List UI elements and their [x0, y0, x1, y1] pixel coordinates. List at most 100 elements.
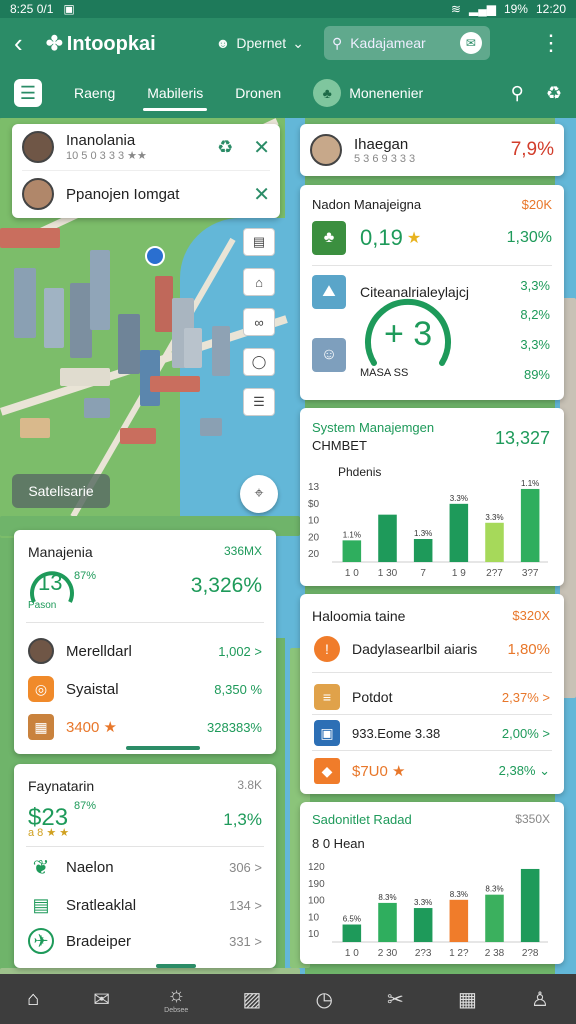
manage-gauge-pct: 87%: [74, 570, 97, 582]
close-icon[interactable]: ✕: [253, 182, 270, 207]
building: [120, 428, 156, 444]
profile-name: Ihaegan: [354, 135, 409, 153]
tree-icon: ♣: [312, 221, 346, 255]
rank-footer-label: MASA SS: [360, 367, 409, 379]
account-selector[interactable]: ☻ Dpernet ⌄: [216, 35, 304, 52]
bottom-nav: ⌂ ✉ ☼ Debsee ▨ ◷ ✂ ▦ ♙: [0, 974, 576, 1024]
y-tick-label: 10: [308, 516, 320, 527]
divider: [26, 622, 264, 623]
explore-icon[interactable]: ☼ Debsee: [164, 984, 188, 1014]
list-item[interactable]: ! Dadylasearlbil aiaris 1,80%: [314, 636, 550, 662]
list-item[interactable]: Merelldarl 1,002 >: [28, 638, 262, 664]
home-icon[interactable]: ⌂: [27, 988, 39, 1011]
circle-icon[interactable]: ◯: [243, 348, 275, 376]
tree-icon: ♣: [313, 79, 342, 107]
contact-row[interactable]: Ppanojen Iomgat ✕: [12, 171, 280, 217]
list-item[interactable]: ❦ Naelon 306 >: [28, 854, 262, 880]
mail-icon[interactable]: ✉: [93, 987, 110, 1012]
clock-icon[interactable]: ◷: [315, 987, 332, 1012]
x-tick-label: 1 0: [345, 568, 359, 579]
bike-icon[interactable]: ∞: [243, 308, 275, 336]
tab-2-active[interactable]: Mabileris: [143, 71, 208, 115]
list-item[interactable]: ▤ Sratleaklal 134 >: [28, 892, 262, 918]
warning-icon: !: [314, 636, 340, 662]
rank-footer-value[interactable]: 89%: [524, 367, 550, 382]
bar: [413, 908, 433, 942]
close-icon[interactable]: ✕: [253, 135, 270, 160]
star-icon: ★: [406, 230, 422, 247]
holdings-row-value: 1,80%: [507, 640, 550, 658]
contact-row[interactable]: Inanolania 10 5 0 3 3 3 ★★ ♻ ✕: [12, 124, 280, 170]
list-item[interactable]: ▦ 3400 ★ 328383%: [28, 714, 262, 740]
locate-icon[interactable]: ⌖: [240, 475, 278, 513]
bar: [520, 488, 540, 562]
holdings-row-label: 933.Eome 3.38: [352, 725, 441, 741]
divider: [26, 846, 264, 847]
stack-icon: ≡: [314, 684, 340, 710]
shoe-icon[interactable]: ⌂: [243, 268, 275, 296]
tools-icon[interactable]: ✂: [387, 987, 404, 1012]
recycle-icon[interactable]: ♻: [217, 137, 233, 158]
tab-3[interactable]: Dronen: [235, 71, 281, 115]
x-tick-label: 2 38: [485, 948, 505, 959]
building: [118, 314, 140, 374]
chat-bubble-icon[interactable]: ✉: [459, 32, 482, 54]
list-item[interactable]: ◆ $7U0 ★ 2,38% ⌄: [314, 758, 550, 784]
back-arrow-icon[interactable]: ‹: [14, 28, 38, 59]
avatar: [28, 638, 54, 664]
bar-value-label: 1.3%: [414, 529, 432, 538]
list-icon[interactable]: ☰: [243, 388, 275, 416]
contacts-card: Inanolania 10 5 0 3 3 3 ★★ ♻ ✕ Ppanojen …: [12, 124, 280, 218]
avatar: [22, 131, 54, 163]
search-icon[interactable]: ⚲: [511, 83, 524, 104]
profile-meta: 5 3 6 9 3 3 3: [354, 152, 416, 165]
building: [14, 268, 36, 338]
manage-row-label: Merelldarl: [66, 642, 132, 660]
contact-meta: 10 5 0 3 3 3 ★★: [66, 150, 147, 162]
x-tick-label: 2 30: [378, 948, 398, 959]
manage-gauge-label: Pason: [28, 600, 57, 611]
list-item[interactable]: ✈ Bradeiper 331 >: [28, 928, 262, 954]
x-tick-label: 3?7: [522, 568, 539, 579]
building: [155, 276, 173, 332]
recycle-icon[interactable]: ♻: [546, 83, 562, 104]
gallery-icon[interactable]: ▨: [242, 987, 261, 1012]
rank-row1-pct: 1,30%: [506, 229, 552, 246]
list-item[interactable]: ▣ 933.Eome 3.38 2,00% >: [314, 720, 550, 746]
tab-bar: ☰ Raeng Mabileris Dronen ♣ Monenenier ⚲ ♻: [0, 68, 576, 118]
system-chart-card: System Manajemgen CHMBET 13,327 Phdenis 1…: [300, 408, 564, 586]
map-pin-icon[interactable]: [145, 246, 165, 266]
search-icon: ⚲: [331, 34, 343, 51]
chevron-down-icon: ⌄: [292, 34, 304, 51]
layers-icon[interactable]: ▤: [243, 228, 275, 256]
status-time-left: 8:25 0/1: [10, 2, 54, 16]
y-tick-label: 20: [308, 549, 320, 560]
search-input[interactable]: ⚲ Kadajamear ✉: [323, 26, 490, 60]
building: [90, 250, 110, 330]
manage-row-value: 8,350 %: [214, 681, 262, 697]
y-tick-label: 13: [308, 482, 320, 493]
tab-4[interactable]: ♣ Monenenier: [313, 79, 423, 107]
profile-card[interactable]: Ihaegan 5 3 6 9 3 3 3 7,9%: [300, 124, 564, 176]
profile-icon[interactable]: ♙: [531, 987, 549, 1012]
divider: [312, 265, 552, 266]
list-item[interactable]: ◎ Syaistal 8,350 %: [28, 676, 262, 702]
x-tick-label: 1 2?: [449, 948, 469, 959]
forecast-row-value: 306 >: [229, 859, 262, 875]
holdings-row-value: 2,38% ⌄: [498, 763, 550, 778]
map-view-label[interactable]: Satelisarie: [12, 474, 110, 508]
holdings-row-label: $7U0 ★: [352, 763, 406, 780]
building-row: [150, 376, 200, 392]
x-tick-label: 1 0: [345, 948, 359, 959]
forecast-stars: a 8 ★ ★: [28, 827, 70, 839]
more-vert-icon[interactable]: ⋮: [540, 30, 562, 56]
holdings-title-value: $320X: [512, 608, 550, 623]
landscape-icon: ⛰: [312, 275, 346, 309]
tab-1[interactable]: Raeng: [74, 71, 115, 115]
holdings-title: Haloomia taine: [312, 608, 406, 624]
grid-icon[interactable]: ▦: [458, 987, 477, 1012]
menu-icon[interactable]: ☰: [14, 79, 42, 107]
map-tools: ▤ ⌂ ∞ ◯ ☰: [243, 228, 275, 416]
x-tick-label: 2?7: [486, 568, 503, 579]
list-item[interactable]: ≡ Potdot 2,37% >: [314, 684, 550, 710]
